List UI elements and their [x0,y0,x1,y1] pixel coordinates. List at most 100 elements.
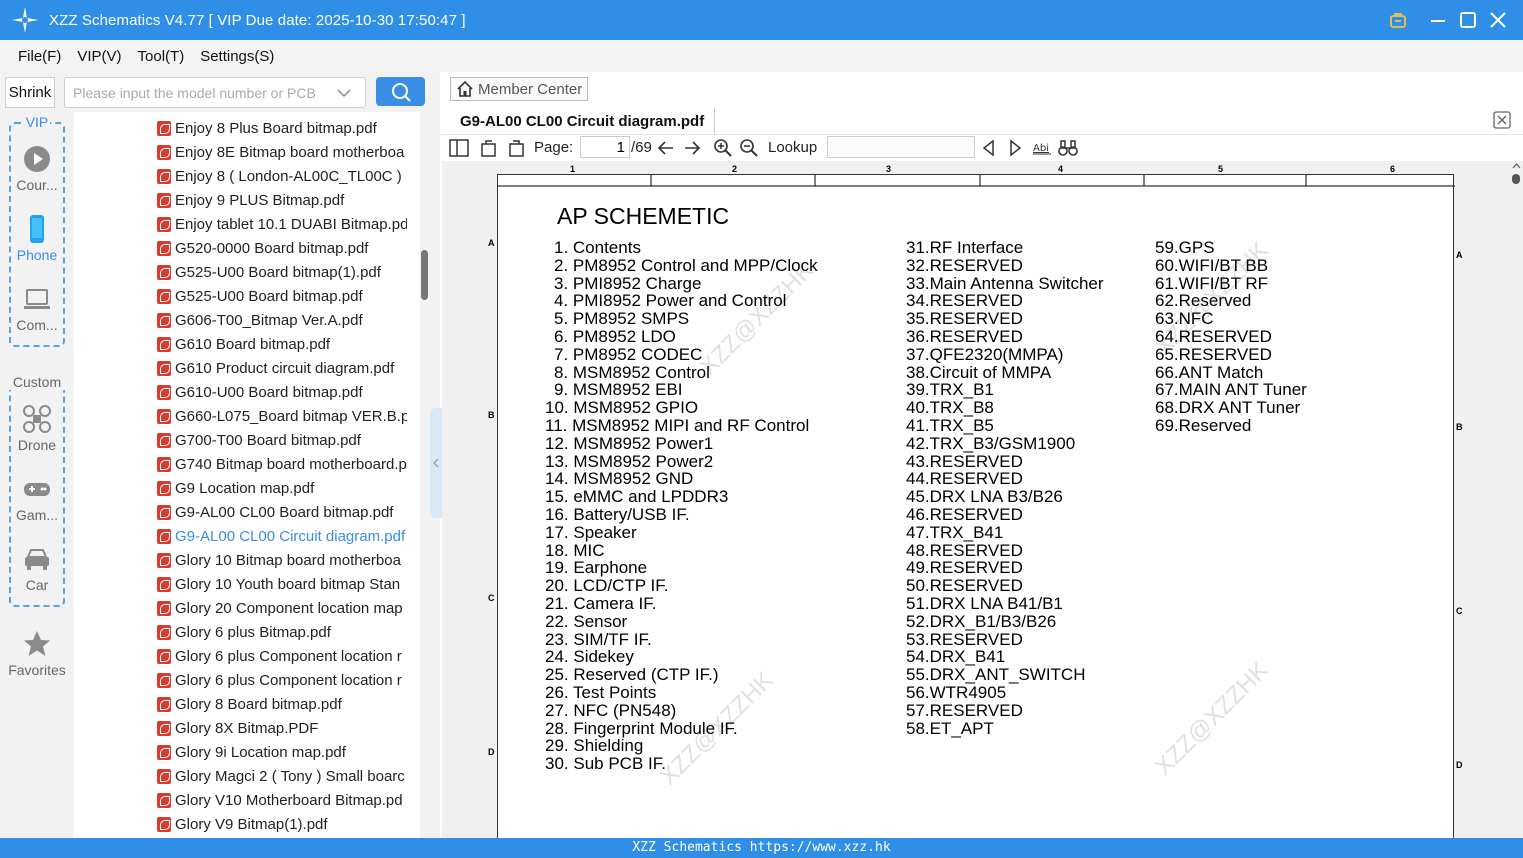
contents-entry: 35.RESERVED [906,309,1023,329]
page-number-input[interactable] [580,136,630,158]
close-tab-icon[interactable] [1493,111,1511,129]
list-item[interactable]: Enjoy tablet 10.1 DUABI Bitmap.pd [74,212,407,236]
grid-row-b-right: B [1456,422,1463,432]
menu-settings[interactable]: Settings(S) [200,48,274,65]
list-item[interactable]: Glory 8X Bitmap.PDF [74,716,407,740]
title-bar: XZZ Schematics V4.77 [ VIP Due date: 202… [0,0,1523,40]
lookup-label: Lookup [768,139,818,156]
list-item[interactable]: Glory 6 plus Component location r [74,644,407,668]
list-item[interactable]: G606-T00_Bitmap Ver.A.pdf [74,308,407,332]
pdf-viewer[interactable]: 1 2 3 4 5 6 A B C D A B C D XZZ@XZZHK XZ… [442,161,1523,854]
shrink-button[interactable]: Shrink [5,77,55,108]
app-logo-icon [12,7,38,33]
search-input[interactable] [73,84,333,101]
list-item[interactable]: Glory 20 Component location map [74,596,407,620]
search-icon [391,82,411,102]
list-item[interactable]: Glory 9i Location map.pdf [74,740,407,764]
list-item[interactable]: G610-U00 Board bitmap.pdf [74,380,407,404]
document-tab[interactable]: G9-AL00 CL00 Circuit diagram.pdf [450,108,716,134]
pdf-icon [157,432,171,448]
menu-vip[interactable]: VIP(V) [77,48,121,65]
menu-bar: File(F) VIP(V) Tool(T) Settings(S) [0,40,1523,72]
find-next-icon[interactable] [1005,138,1025,158]
contents-entry: 6. PM8952 LDO [554,326,676,346]
contents-entry: 55.DRX_ANT_SWITCH [906,665,1086,685]
contents-entry: 38.Circuit of MMPA [906,362,1052,382]
list-item[interactable]: G610 Board bitmap.pdf [74,332,407,356]
viewer-scrollbar[interactable] [1510,161,1523,838]
grid-col-2: 2 [732,164,738,174]
list-item-selected[interactable]: G9-AL00 CL00 Circuit diagram.pdf [74,524,407,548]
list-item[interactable]: Glory Magci 2 ( Tony ) Small boarc [74,764,407,788]
contents-entry: 48.RESERVED [906,540,1023,560]
list-item[interactable]: G700-T00 Board bitmap.pdf [74,428,407,452]
pdf-page: 1 2 3 4 5 6 A B C D A B C D XZZ@XZZHK XZ… [488,164,1463,854]
page-top-grid [498,175,1455,187]
binoculars-icon[interactable] [1058,138,1078,158]
contents-entry: 57.RESERVED [906,700,1023,720]
category-computer[interactable]: Com... [0,284,74,333]
list-item[interactable]: Glory V10 Motherboard Bitmap.pd [74,788,407,812]
list-item[interactable]: Glory 6 plus Component location r [74,668,407,692]
list-item[interactable]: Glory V9 Bitmap(1).pdf [74,812,407,836]
search-button[interactable] [376,77,425,106]
pdf-icon [157,456,171,472]
contents-entry: 19. Earphone [545,558,648,578]
vip-bag-icon[interactable] [1386,8,1410,32]
category-games[interactable]: Gam... [0,474,74,523]
play-icon [24,146,50,172]
rotate-left-icon[interactable] [506,138,526,158]
menu-file[interactable]: File(F) [18,48,61,65]
category-favorites[interactable]: Favorites [0,629,74,678]
pdf-icon [157,288,171,304]
list-item[interactable]: Enjoy 8E Bitmap board motherboa [74,140,407,164]
car-icon [25,549,49,570]
list-item[interactable]: G660-L075_Board bitmap VER.B.pd [74,404,407,428]
list-item[interactable]: G525-U00 Board bitmap.pdf [74,284,407,308]
zoom-in-icon[interactable] [713,138,733,158]
file-list-scrollbar[interactable] [421,250,428,300]
pdf-icon [157,672,171,688]
list-item[interactable]: G9 Location map.pdf [74,476,407,500]
next-page-icon[interactable] [682,138,702,158]
close-button[interactable] [1486,8,1510,32]
list-item[interactable]: Glory 6 plus Bitmap.pdf [74,620,407,644]
chevron-down-icon[interactable] [337,88,351,98]
panel-collapse-handle[interactable] [430,408,442,518]
pdf-icon [157,336,171,352]
list-item[interactable]: Glory 10 Youth board bitmap Stan [74,572,407,596]
contents-entry: 21. Camera IF. [545,593,657,613]
list-item[interactable]: G740 Bitmap board motherboard.p [74,452,407,476]
list-item[interactable]: G525-U00 Board bitmap(1).pdf [74,260,407,284]
maximize-button[interactable] [1456,8,1480,32]
search-box[interactable] [64,77,366,108]
pdf-icon [157,648,171,664]
category-courses-label: Cour... [16,177,58,193]
lookup-input[interactable] [827,136,975,158]
find-prev-icon[interactable] [979,138,999,158]
list-item[interactable]: Enjoy 8 Plus Board bitmap.pdf [74,116,407,140]
menu-tool[interactable]: Tool(T) [138,48,185,65]
contents-entry: 2. PM8952 Control and MPP/Clock [554,255,818,275]
category-phone[interactable]: Phone [0,214,74,263]
rotate-right-icon[interactable] [479,138,499,158]
list-item[interactable]: Glory 10 Bitmap board motherboa [74,548,407,572]
list-item[interactable]: G610 Product circuit diagram.pdf [74,356,407,380]
list-item[interactable]: Glory 8 Board bitmap.pdf [74,692,407,716]
category-car[interactable]: Car [0,544,74,593]
viewer-scroll-thumb[interactable] [1512,174,1520,184]
prev-page-icon[interactable] [656,138,676,158]
match-case-icon[interactable]: Abi [1032,138,1052,158]
category-courses[interactable]: Cour... [0,144,74,193]
list-item[interactable]: Enjoy 8 ( London-AL00C_TL00C ) (4 [74,164,407,188]
contents-entry: 8. MSM8952 Control [554,362,710,382]
minimize-button[interactable] [1426,8,1450,32]
list-item[interactable]: G9-AL00 CL00 Board bitmap.pdf [74,500,407,524]
list-item[interactable]: G520-0000 Board bitmap.pdf [74,236,407,260]
sidebar-toggle-icon[interactable] [449,138,469,158]
member-center-button[interactable]: Member Center [450,77,588,101]
category-drone[interactable]: Drone [0,404,74,453]
zoom-out-icon[interactable] [739,138,759,158]
contents-entry: 13. MSM8952 Power2 [545,451,714,471]
list-item[interactable]: Enjoy 9 PLUS Bitmap.pdf [74,188,407,212]
